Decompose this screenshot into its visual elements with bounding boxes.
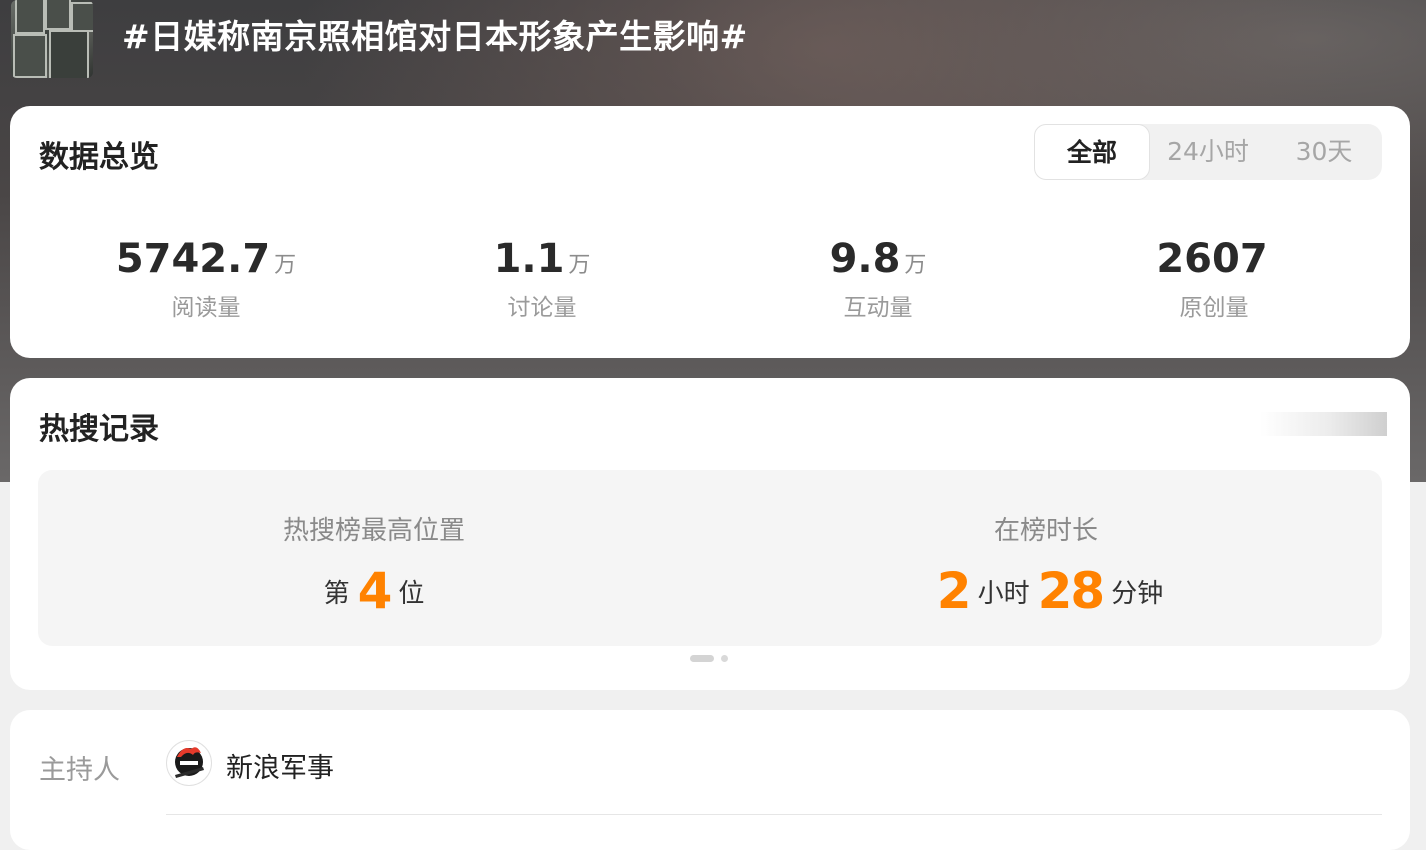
- divider: [166, 814, 1382, 815]
- poster-tile: [13, 34, 47, 78]
- time-range-tabs: 全部 24小时 30天: [1034, 124, 1382, 180]
- stat-value: 2607: [1156, 236, 1268, 282]
- poster-tile: [45, 0, 71, 30]
- duration-block: 在榜时长 2 小时 28 分钟: [710, 470, 1382, 646]
- minutes-unit: 分钟: [1111, 579, 1164, 609]
- poster-tile: [71, 2, 93, 32]
- peak-rank-value: 第4位: [38, 562, 710, 622]
- stat-label: 讨论量: [507, 295, 577, 321]
- duration-minutes: 28: [1037, 562, 1106, 620]
- stat-value: 5742.7: [115, 236, 271, 282]
- host-label: 主持人: [39, 755, 120, 786]
- peak-rank-block: 热搜榜最高位置 第4位: [38, 470, 710, 646]
- rank-suffix: 位: [398, 579, 425, 609]
- tab-30d[interactable]: 30天: [1266, 124, 1382, 180]
- rank-number: 4: [357, 562, 393, 620]
- tab-all[interactable]: 全部: [1034, 124, 1150, 180]
- fade-decoration: [1260, 412, 1387, 436]
- tab-24h[interactable]: 24小时: [1150, 124, 1266, 180]
- stat-discussions: 1.1 万 讨论量: [417, 236, 667, 322]
- hot-search-panel[interactable]: 热搜榜最高位置 第4位 在榜时长 2 小时 28 分钟: [38, 470, 1382, 646]
- stat-unit: 万: [904, 253, 927, 278]
- poster-tile: [15, 0, 45, 34]
- stat-interactions: 9.8 万 互动量: [753, 236, 1003, 322]
- pager-dot-active[interactable]: [690, 655, 714, 662]
- hot-search-title: 热搜记录: [39, 412, 159, 447]
- duration-value: 2 小时 28 分钟: [710, 562, 1382, 622]
- host-card: 主持人 新浪军事: [10, 710, 1410, 850]
- overview-card: 数据总览 全部 24小时 30天 5742.7 万 阅读量 1.1 万 讨论量 9.…: [10, 106, 1410, 358]
- stat-reads: 5742.7 万 阅读量: [81, 236, 331, 322]
- stat-label: 阅读量: [171, 295, 241, 321]
- topic-thumbnail[interactable]: [11, 0, 93, 78]
- stat-value: 9.8: [829, 236, 901, 282]
- stat-originals: 2607 原创量: [1089, 236, 1339, 322]
- hours-unit: 小时: [977, 579, 1030, 609]
- stat-label: 互动量: [843, 295, 913, 321]
- peak-rank-label: 热搜榜最高位置: [282, 516, 465, 546]
- stat-unit: 万: [274, 253, 297, 278]
- duration-hours: 2: [936, 562, 972, 620]
- sina-military-logo-icon: [168, 742, 210, 784]
- stat-label: 原创量: [1179, 295, 1249, 321]
- host-avatar[interactable]: [166, 740, 212, 786]
- topic-title: #日媒称南京照相馆对日本形象产生影响#: [122, 17, 748, 56]
- overview-title: 数据总览: [39, 140, 159, 175]
- poster-tile: [49, 30, 89, 78]
- hot-search-card: 热搜记录 热搜榜最高位置 第4位 在榜时长 2 小时 28 分钟: [10, 378, 1410, 690]
- duration-label: 在榜时长: [993, 516, 1098, 546]
- stat-value: 1.1: [493, 236, 565, 282]
- host-name: 新浪军事: [226, 753, 334, 784]
- pager-dot[interactable]: [721, 655, 728, 662]
- rank-prefix: 第: [323, 579, 350, 609]
- stat-unit: 万: [568, 253, 591, 278]
